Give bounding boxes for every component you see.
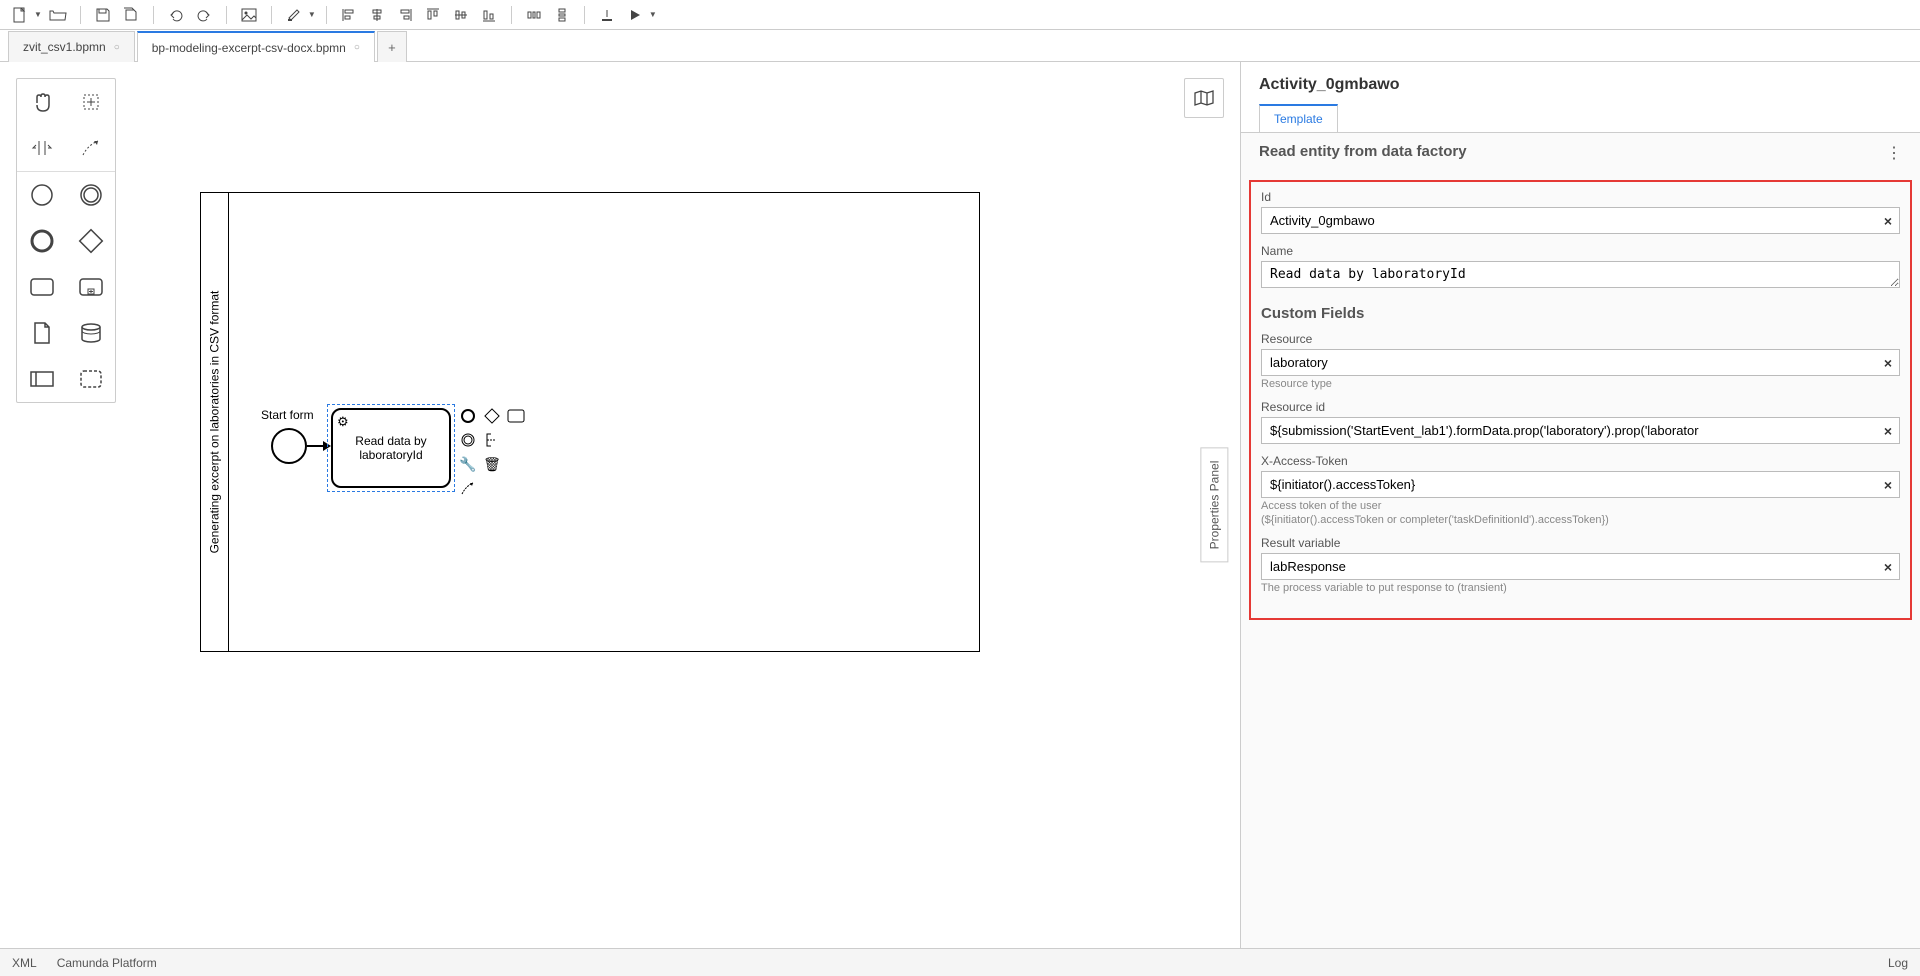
gateway-icon[interactable] bbox=[66, 218, 115, 264]
token-label: X-Access-Token bbox=[1261, 454, 1900, 468]
connect-icon[interactable] bbox=[459, 479, 477, 497]
undo-icon[interactable] bbox=[164, 3, 188, 27]
sequence-flow[interactable] bbox=[307, 445, 329, 447]
open-file-icon[interactable] bbox=[46, 3, 70, 27]
image-icon[interactable] bbox=[237, 3, 261, 27]
more-options-icon[interactable]: ⋮ bbox=[1886, 143, 1902, 163]
result-input[interactable] bbox=[1261, 553, 1900, 580]
hand-tool-icon[interactable] bbox=[17, 79, 66, 125]
token-hint: Access token of the user bbox=[1261, 500, 1900, 512]
id-input[interactable] bbox=[1261, 207, 1900, 234]
resource-id-input[interactable] bbox=[1261, 417, 1900, 444]
save-icon[interactable] bbox=[91, 3, 115, 27]
new-file-icon[interactable] bbox=[8, 3, 32, 27]
name-label: Name bbox=[1261, 244, 1900, 258]
align-center-v-icon[interactable] bbox=[449, 3, 473, 27]
platform-tab[interactable]: Camunda Platform bbox=[57, 956, 157, 970]
intermediate-event-icon[interactable] bbox=[66, 172, 115, 218]
status-bar: XML Camunda Platform Log bbox=[0, 948, 1920, 976]
run-icon[interactable] bbox=[623, 3, 647, 27]
element-palette bbox=[16, 78, 116, 403]
resource-input[interactable] bbox=[1261, 349, 1900, 376]
properties-panel: Activity_0gmbawo Template Read entity fr… bbox=[1240, 62, 1920, 948]
append-intermediate-event-icon[interactable] bbox=[459, 431, 477, 449]
section-title: Read entity from data factory bbox=[1259, 143, 1902, 160]
log-tab[interactable]: Log bbox=[1888, 956, 1908, 970]
save-all-icon[interactable] bbox=[119, 3, 143, 27]
token-input[interactable] bbox=[1261, 471, 1900, 498]
clear-icon[interactable]: × bbox=[1884, 559, 1892, 575]
end-event-icon[interactable] bbox=[17, 218, 66, 264]
run-dropdown-icon[interactable]: ▼ bbox=[649, 10, 657, 19]
space-tool-icon[interactable] bbox=[17, 125, 66, 171]
data-object-icon[interactable] bbox=[17, 310, 66, 356]
start-event-label: Start form bbox=[261, 408, 314, 422]
color-dropdown-icon[interactable]: ▼ bbox=[308, 10, 316, 19]
result-label: Result variable bbox=[1261, 536, 1900, 550]
annotation-icon[interactable] bbox=[483, 431, 501, 449]
canvas[interactable]: Generating excerpt on laboratories in CS… bbox=[0, 62, 1240, 948]
distribute-v-icon[interactable] bbox=[550, 3, 574, 27]
props-title: Activity_0gmbawo bbox=[1259, 76, 1902, 94]
task-label: Read data by laboratoryId bbox=[337, 434, 445, 462]
gear-icon: ⚙ bbox=[337, 414, 349, 430]
subprocess-icon[interactable] bbox=[66, 264, 115, 310]
align-left-icon[interactable] bbox=[337, 3, 361, 27]
tab-label: zvit_csv1.bpmn bbox=[23, 40, 106, 54]
token-hint: (${initiator().accessToken or completer(… bbox=[1261, 514, 1900, 526]
append-gateway-icon[interactable] bbox=[483, 407, 501, 425]
append-end-event-icon[interactable] bbox=[459, 407, 477, 425]
deploy-icon[interactable] bbox=[595, 3, 619, 27]
wrench-icon[interactable]: 🔧 bbox=[459, 455, 477, 473]
result-hint: The process variable to put response to … bbox=[1261, 582, 1900, 594]
service-task[interactable]: Read data by laboratoryId bbox=[331, 408, 451, 488]
group-icon[interactable] bbox=[66, 356, 115, 402]
start-event-icon[interactable] bbox=[17, 172, 66, 218]
lane-header[interactable]: Generating excerpt on laboratories in CS… bbox=[201, 193, 229, 651]
highlighted-region: Id × Name Custom Fields Resource × Resou… bbox=[1249, 180, 1912, 620]
resource-id-label: Resource id bbox=[1261, 400, 1900, 414]
resource-label: Resource bbox=[1261, 332, 1900, 346]
participant-icon[interactable] bbox=[17, 356, 66, 402]
redo-icon[interactable] bbox=[192, 3, 216, 27]
clear-icon[interactable]: × bbox=[1884, 477, 1892, 493]
connect-tool-icon[interactable] bbox=[66, 125, 115, 171]
clear-icon[interactable]: × bbox=[1884, 355, 1892, 371]
align-right-icon[interactable] bbox=[393, 3, 417, 27]
tab-bpmodeling[interactable]: bp-modeling-excerpt-csv-docx.bpmn ○ bbox=[137, 31, 375, 62]
resource-hint: Resource type bbox=[1261, 378, 1900, 390]
xml-tab[interactable]: XML bbox=[12, 956, 37, 970]
id-label: Id bbox=[1261, 190, 1900, 204]
append-task-icon[interactable] bbox=[507, 407, 525, 425]
close-icon[interactable]: ○ bbox=[114, 42, 120, 53]
section-title: Custom Fields bbox=[1261, 305, 1900, 322]
lane-label: Generating excerpt on laboratories in CS… bbox=[208, 291, 222, 554]
tab-label: bp-modeling-excerpt-csv-docx.bpmn bbox=[152, 41, 346, 55]
distribute-h-icon[interactable] bbox=[522, 3, 546, 27]
properties-panel-handle[interactable]: Properties Panel bbox=[1201, 448, 1229, 563]
align-top-icon[interactable] bbox=[421, 3, 445, 27]
close-icon[interactable]: ○ bbox=[354, 42, 360, 53]
name-input[interactable] bbox=[1261, 261, 1900, 288]
clear-icon[interactable]: × bbox=[1884, 213, 1892, 229]
task-icon[interactable] bbox=[17, 264, 66, 310]
tab-zvit[interactable]: zvit_csv1.bpmn ○ bbox=[8, 31, 135, 62]
new-tab-button[interactable]: + bbox=[377, 31, 407, 62]
data-store-icon[interactable] bbox=[66, 310, 115, 356]
context-pad: 🔧 🗑 bbox=[459, 407, 539, 497]
align-bottom-icon[interactable] bbox=[477, 3, 501, 27]
lasso-tool-icon[interactable] bbox=[66, 79, 115, 125]
clear-icon[interactable]: × bbox=[1884, 423, 1892, 439]
main-toolbar: ▼ ▼ bbox=[0, 0, 1920, 30]
trash-icon[interactable]: 🗑 bbox=[483, 455, 501, 473]
tab-template[interactable]: Template bbox=[1259, 104, 1338, 132]
start-event[interactable] bbox=[271, 428, 307, 464]
new-file-dropdown-icon[interactable]: ▼ bbox=[34, 10, 42, 19]
editor-tabs: zvit_csv1.bpmn ○ bp-modeling-excerpt-csv… bbox=[0, 30, 1920, 62]
minimap-toggle[interactable] bbox=[1184, 78, 1224, 118]
bpmn-diagram[interactable]: Generating excerpt on laboratories in CS… bbox=[200, 192, 980, 652]
color-icon[interactable] bbox=[282, 3, 306, 27]
align-center-h-icon[interactable] bbox=[365, 3, 389, 27]
